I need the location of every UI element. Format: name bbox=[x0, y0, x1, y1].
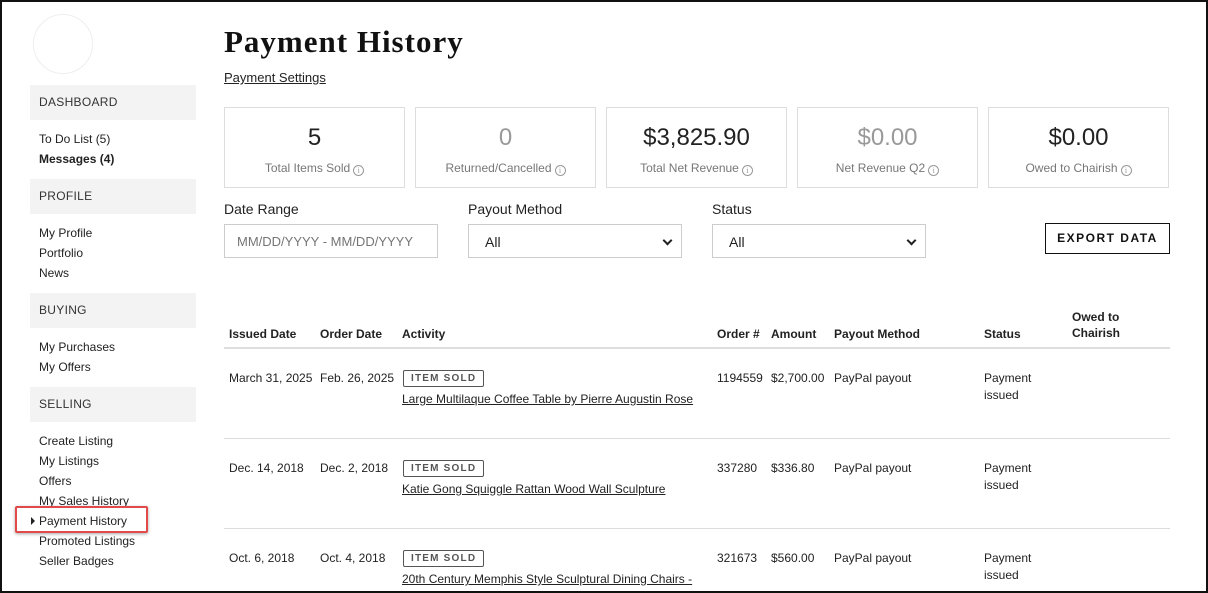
sidebar-item-my-listings[interactable]: My Listings bbox=[39, 453, 99, 469]
chevron-down-icon bbox=[662, 235, 673, 246]
col-issued-date[interactable]: Issued Date bbox=[229, 326, 296, 342]
cell-status-line1: Payment bbox=[984, 551, 1032, 565]
stat-label: Net Revenue Q2 bbox=[835, 161, 926, 175]
cell-amount: $336.80 bbox=[771, 461, 815, 475]
cell-order-number: 337280 bbox=[717, 461, 758, 475]
table-header-divider bbox=[224, 347, 1170, 349]
sidebar-section-selling: SELLING bbox=[30, 387, 196, 422]
cell-issued-date: Oct. 6, 2018 bbox=[229, 551, 295, 565]
item-sold-badge: ITEM SOLD bbox=[403, 550, 485, 567]
col-activity[interactable]: Activity bbox=[402, 326, 445, 342]
col-owed-line1: Owed to bbox=[1072, 310, 1120, 324]
stat-value: 5 bbox=[307, 124, 322, 151]
stat-label: Total Net Revenue bbox=[640, 161, 739, 175]
info-icon[interactable]: i bbox=[353, 165, 365, 176]
stat-label: Total Items Sold bbox=[264, 161, 351, 175]
cell-amount: $560.00 bbox=[771, 551, 815, 565]
col-amount[interactable]: Amount bbox=[771, 326, 816, 342]
payment-settings-link[interactable]: Payment Settings bbox=[224, 70, 326, 85]
sidebar-item-portfolio[interactable]: Portfolio bbox=[39, 245, 83, 261]
status-label: Status bbox=[712, 201, 752, 217]
cell-status-line2: issued bbox=[984, 388, 1019, 402]
cell-order-number: 321673 bbox=[717, 551, 758, 565]
sidebar-item-promoted-listings[interactable]: Promoted Listings bbox=[39, 533, 135, 549]
status-select[interactable]: All bbox=[712, 224, 926, 258]
stat-value: $0.00 bbox=[1048, 124, 1109, 151]
page-title: Payment History bbox=[224, 24, 464, 59]
cell-status-line1: Payment bbox=[984, 371, 1032, 385]
cell-order-date: Feb. 26, 2025 bbox=[320, 371, 395, 385]
payout-method-select[interactable]: All bbox=[468, 224, 682, 258]
stat-returned-cancelled: 0 Returned/Cancelled i bbox=[415, 107, 596, 188]
sidebar-section-profile: PROFILE bbox=[30, 179, 196, 214]
col-owed-to-chairish[interactable]: Owed to Chairish bbox=[1072, 309, 1120, 341]
col-order-number[interactable]: Order # bbox=[717, 326, 760, 342]
col-order-date[interactable]: Order Date bbox=[320, 326, 382, 342]
cell-order-date: Dec. 2, 2018 bbox=[320, 461, 389, 475]
chevron-down-icon bbox=[906, 235, 917, 246]
info-icon[interactable]: i bbox=[1120, 165, 1132, 176]
sidebar-item-create-listing[interactable]: Create Listing bbox=[39, 433, 113, 449]
sidebar-item-my-profile[interactable]: My Profile bbox=[39, 225, 92, 241]
sidebar-item-news[interactable]: News bbox=[39, 265, 69, 281]
stat-net-revenue-q2: $0.00 Net Revenue Q2 i bbox=[797, 107, 978, 188]
col-owed-line2: Chairish bbox=[1072, 326, 1121, 340]
item-link[interactable]: 20th Century Memphis Style Sculptural Di… bbox=[402, 572, 692, 586]
sidebar-item-offers[interactable]: Offers bbox=[39, 473, 71, 489]
stat-total-items-sold: 5 Total Items Sold i bbox=[224, 107, 405, 188]
cell-status-line1: Payment bbox=[984, 461, 1032, 475]
cell-amount: $2,700.00 bbox=[771, 371, 825, 385]
date-range-label: Date Range bbox=[224, 201, 299, 217]
stat-label: Returned/Cancelled bbox=[445, 161, 552, 175]
info-icon[interactable]: i bbox=[928, 165, 940, 176]
sidebar-item-messages[interactable]: Messages (4) bbox=[39, 151, 114, 167]
date-range-input[interactable] bbox=[224, 224, 438, 258]
sidebar-item-my-purchases[interactable]: My Purchases bbox=[39, 339, 115, 355]
cell-order-date: Oct. 4, 2018 bbox=[320, 551, 386, 565]
row-divider bbox=[224, 438, 1170, 439]
stat-owed-to-chairish: $0.00 Owed to Chairish i bbox=[988, 107, 1169, 188]
avatar[interactable] bbox=[33, 14, 93, 74]
item-link[interactable]: Large Multilaque Coffee Table by Pierre … bbox=[402, 392, 693, 406]
cell-status-line2: issued bbox=[984, 478, 1019, 492]
stat-value: $0.00 bbox=[857, 124, 918, 151]
app-window: DASHBOARD To Do List (5) Messages (4) PR… bbox=[0, 0, 1208, 593]
col-status[interactable]: Status bbox=[984, 326, 1021, 342]
payout-method-label: Payout Method bbox=[468, 201, 563, 217]
item-sold-badge: ITEM SOLD bbox=[403, 460, 485, 477]
cell-payout-method: PayPal payout bbox=[834, 371, 912, 385]
sidebar-section-dashboard: DASHBOARD bbox=[30, 85, 196, 120]
col-payout-method[interactable]: Payout Method bbox=[834, 326, 920, 342]
row-divider bbox=[224, 528, 1170, 529]
stat-value: 0 bbox=[498, 124, 513, 151]
info-icon[interactable]: i bbox=[554, 165, 566, 176]
sidebar-section-buying: BUYING bbox=[30, 293, 196, 328]
sidebar-item-my-offers[interactable]: My Offers bbox=[39, 359, 91, 375]
stat-total-net-revenue: $3,825.90 Total Net Revenue i bbox=[606, 107, 787, 188]
cell-issued-date: Dec. 14, 2018 bbox=[229, 461, 304, 475]
info-icon[interactable]: i bbox=[741, 165, 753, 176]
sidebar-item-seller-badges[interactable]: Seller Badges bbox=[39, 553, 114, 569]
highlight-annotation bbox=[15, 506, 148, 533]
cell-payout-method: PayPal payout bbox=[834, 461, 912, 475]
cell-order-number: 1194559 bbox=[717, 371, 763, 385]
item-sold-badge: ITEM SOLD bbox=[403, 370, 485, 387]
cell-payout-method: PayPal payout bbox=[834, 551, 912, 565]
cell-status-line2: issued bbox=[984, 568, 1019, 582]
export-data-button[interactable]: EXPORT DATA bbox=[1045, 223, 1170, 254]
status-value: All bbox=[729, 234, 745, 250]
payout-method-value: All bbox=[485, 234, 501, 250]
item-link[interactable]: Katie Gong Squiggle Rattan Wood Wall Scu… bbox=[402, 482, 665, 496]
cell-issued-date: March 31, 2025 bbox=[229, 371, 313, 385]
stat-label: Owed to Chairish bbox=[1025, 161, 1118, 175]
stat-value: $3,825.90 bbox=[643, 124, 750, 151]
sidebar-item-todo[interactable]: To Do List (5) bbox=[39, 131, 110, 147]
